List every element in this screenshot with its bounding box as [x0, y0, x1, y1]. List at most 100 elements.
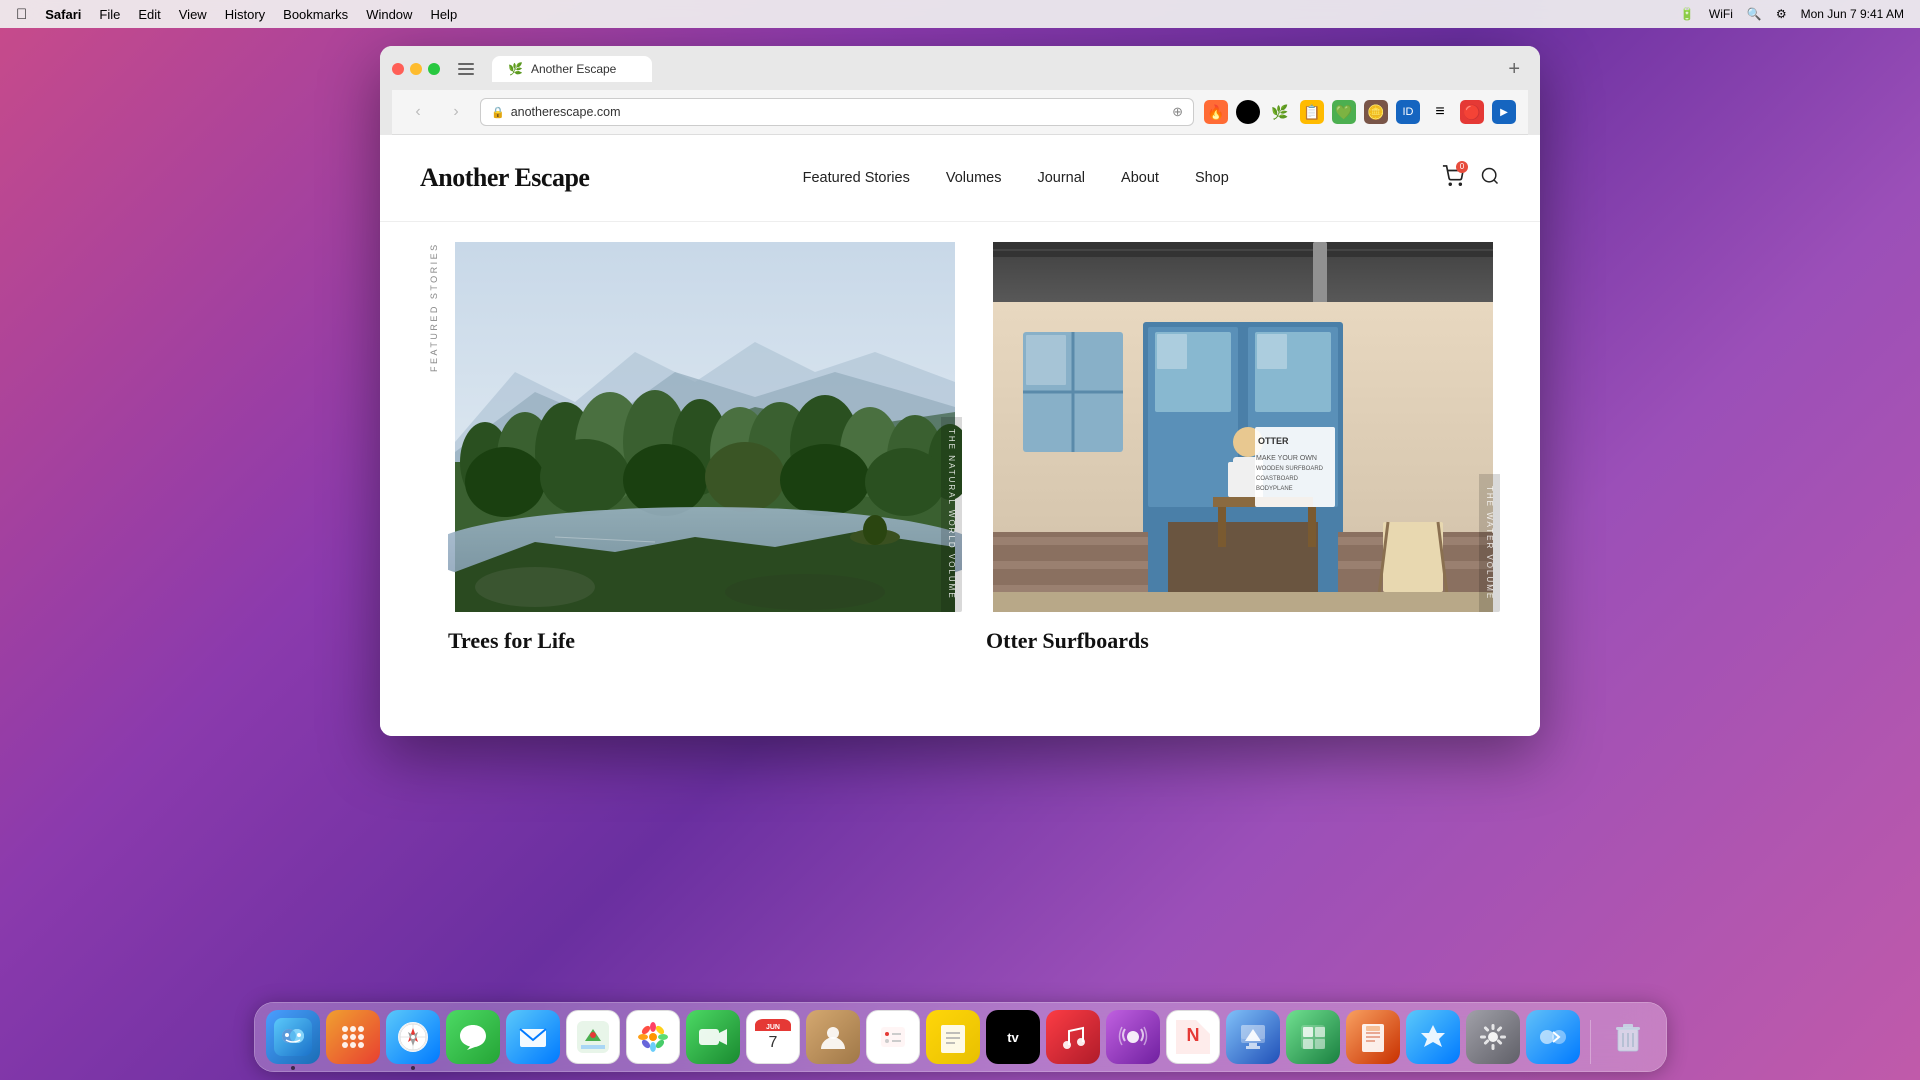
wifi-icon: WiFi [1709, 7, 1733, 21]
toolbar-icon-3[interactable]: 🌿 [1268, 100, 1292, 124]
menu-edit[interactable]: Edit [138, 7, 160, 22]
dock-reminders[interactable] [866, 1010, 920, 1064]
dock-appstore[interactable] [1406, 1010, 1460, 1064]
dock-mail[interactable] [506, 1010, 560, 1064]
nav-shop[interactable]: Shop [1195, 170, 1229, 186]
svg-text:COASTBOARD: COASTBOARD [1256, 476, 1299, 482]
browser-tabs: 🌿 Another Escape [492, 56, 1490, 82]
dock-calendar[interactable]: JUN 7 [746, 1010, 800, 1064]
dock-facetime[interactable] [686, 1010, 740, 1064]
story-card-trees[interactable]: The Natural World Volume Trees for Life [448, 242, 962, 654]
maximize-button[interactable] [428, 63, 440, 75]
back-button[interactable]: ‹ [404, 98, 432, 126]
toolbar-icon-2[interactable]: ⬡ [1236, 100, 1260, 124]
menu-window[interactable]: Window [366, 7, 412, 22]
svg-text:WOODEN SURFBOARD: WOODEN SURFBOARD [1256, 466, 1324, 472]
menu-history[interactable]: History [225, 7, 265, 22]
main-content: Featured Stories [380, 222, 1540, 694]
toolbar-icon-9[interactable]: 🔴 [1460, 100, 1484, 124]
dock-pages[interactable] [1346, 1010, 1400, 1064]
dock-appletv[interactable]: tv [986, 1010, 1040, 1064]
forward-button: › [442, 98, 470, 126]
menubar-right: 🔋 WiFi 🔍 ⚙ Mon Jun 7 9:41 AM [1680, 7, 1904, 21]
browser-titlebar: 🌿 Another Escape + [392, 56, 1528, 82]
minimize-button[interactable] [410, 63, 422, 75]
toolbar-icon-5[interactable]: 💚 [1332, 100, 1356, 124]
menu-file[interactable]: File [99, 7, 120, 22]
svg-text:JUN: JUN [765, 1024, 779, 1031]
menubar-left:  Safari File Edit View History Bookmark… [16, 6, 457, 23]
site-logo[interactable]: Another Escape [420, 163, 589, 193]
nav-featured-stories[interactable]: Featured Stories [803, 170, 910, 186]
apple-menu[interactable]:  [16, 6, 27, 23]
dock-numbers[interactable] [1286, 1010, 1340, 1064]
dock-notes[interactable] [926, 1010, 980, 1064]
finder-dot [291, 1066, 295, 1070]
new-tab-button[interactable]: + [1500, 58, 1528, 81]
lock-icon: 🔒 [491, 106, 505, 119]
search-menubar-icon[interactable]: 🔍 [1747, 7, 1762, 21]
dock-sysprefs[interactable] [1466, 1010, 1520, 1064]
toolbar-icon-7[interactable]: ID [1396, 100, 1420, 124]
dock-safari[interactable] [386, 1010, 440, 1064]
dock-launchpad[interactable] [326, 1010, 380, 1064]
cart-icon[interactable]: 0 [1442, 165, 1464, 192]
active-tab[interactable]: 🌿 Another Escape [492, 56, 652, 82]
nav-journal[interactable]: Journal [1037, 170, 1085, 186]
svg-text:N: N [1186, 1025, 1199, 1045]
close-button[interactable] [392, 63, 404, 75]
privacy-report-icon[interactable]: ⊕ [1172, 104, 1183, 120]
search-icon[interactable] [1480, 166, 1500, 191]
svg-text:BODYPLANE: BODYPLANE [1256, 486, 1293, 492]
toolbar-icon-4[interactable]: 📋 [1300, 100, 1324, 124]
menu-bookmarks[interactable]: Bookmarks [283, 7, 348, 22]
safari-dot [411, 1066, 415, 1070]
story-card-otter[interactable]: OTTER MAKE YOUR OWN WOODEN SURFBOARD COA… [986, 242, 1500, 654]
browser-toolbar: ‹ › 🔒 anotherescape.com ⊕ 🔥 ⬡ 🌿 📋 💚 🪙 ID [392, 90, 1528, 135]
story-side-label-2: The Water Volume [1479, 474, 1500, 612]
menu-view[interactable]: View [179, 7, 207, 22]
header-icons: 0 [1442, 165, 1500, 192]
dock-keynote[interactable] [1226, 1010, 1280, 1064]
menubar:  Safari File Edit View History Bookmark… [0, 0, 1920, 28]
address-bar[interactable]: 🔒 anotherescape.com ⊕ [480, 98, 1194, 126]
dock-contacts[interactable] [806, 1010, 860, 1064]
toolbar-icon-8[interactable]: ≡ [1428, 100, 1452, 124]
toolbar-icon-10[interactable]: ▶ [1492, 100, 1516, 124]
story-image-wrap-1: The Natural World Volume [448, 242, 962, 612]
nav-about[interactable]: About [1121, 170, 1159, 186]
dock-podcasts[interactable] [1106, 1010, 1160, 1064]
svg-text:tv: tv [1007, 1030, 1019, 1045]
menu-help[interactable]: Help [430, 7, 457, 22]
section-label: Featured Stories [420, 222, 448, 654]
tab-favicon: 🌿 [508, 62, 523, 76]
traffic-lights [392, 63, 440, 75]
dock-messages[interactable] [446, 1010, 500, 1064]
control-center-icon[interactable]: ⚙ [1776, 7, 1787, 21]
dock-migration[interactable] [1526, 1010, 1580, 1064]
stories-section: Featured Stories [420, 222, 1500, 654]
story-side-label-1: The Natural World Volume [941, 417, 962, 612]
dock-separator [1590, 1020, 1591, 1064]
dock-news[interactable]: N [1166, 1010, 1220, 1064]
dock-area: JUN 7 [0, 990, 1920, 1080]
clock: Mon Jun 7 9:41 AM [1801, 7, 1904, 21]
story-title-2: Otter Surfboards [986, 628, 1500, 654]
toolbar-icon-6[interactable]: 🪙 [1364, 100, 1388, 124]
sidebar-toggle[interactable] [458, 63, 474, 75]
svg-text:OTTER: OTTER [1258, 436, 1289, 446]
url-text: anotherescape.com [511, 105, 621, 119]
dock-trash[interactable] [1601, 1010, 1655, 1064]
nav-volumes[interactable]: Volumes [946, 170, 1002, 186]
app-name: Safari [45, 7, 81, 22]
dock: JUN 7 [254, 1002, 1667, 1072]
browser-chrome: 🌿 Another Escape + ‹ › 🔒 anotherescape.c… [380, 46, 1540, 135]
dock-maps[interactable] [566, 1010, 620, 1064]
battery-icon: 🔋 [1680, 7, 1695, 21]
cart-badge: 0 [1456, 161, 1468, 173]
toolbar-icon-1[interactable]: 🔥 [1204, 100, 1228, 124]
dock-photos[interactable] [626, 1010, 680, 1064]
dock-music[interactable] [1046, 1010, 1100, 1064]
svg-text:MAKE YOUR OWN: MAKE YOUR OWN [1256, 455, 1317, 462]
dock-finder[interactable] [266, 1010, 320, 1064]
